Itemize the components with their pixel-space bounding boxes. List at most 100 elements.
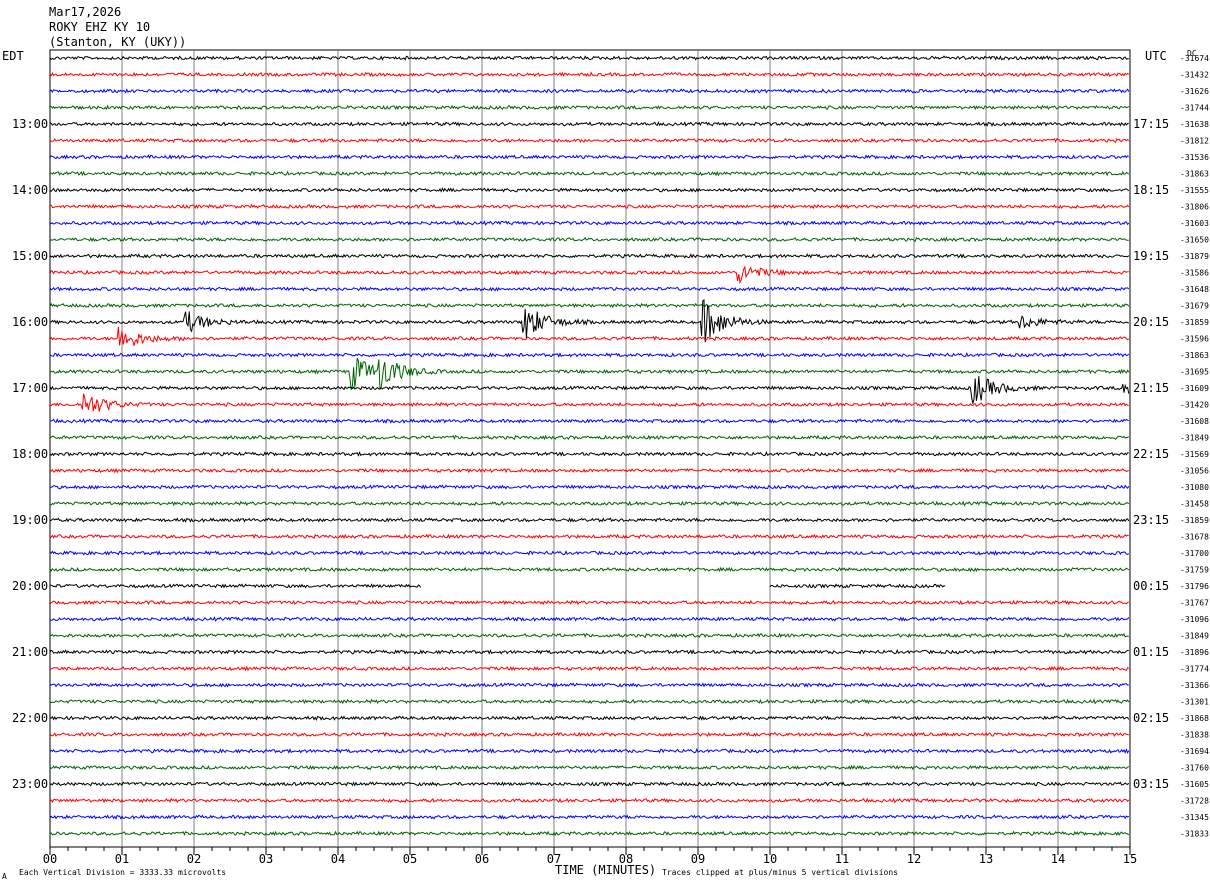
dc-offset-label: -31833 — [1180, 830, 1209, 839]
x-tick-label: 01 — [115, 852, 129, 866]
clip-note: Traces clipped at plus/minus 5 vertical … — [662, 868, 899, 877]
trace-line — [49, 599, 1129, 606]
trace-line — [49, 517, 1130, 523]
trace-line — [49, 170, 1130, 177]
trace-line — [49, 830, 1130, 837]
right-hour-label: 19:15 — [1133, 249, 1169, 263]
dc-offset-label: -31603 — [1180, 219, 1209, 228]
dc-offset-label: -31596 — [1180, 335, 1209, 344]
dc-offset-label: -31648 — [1180, 285, 1209, 294]
trace-line — [49, 88, 1130, 94]
right-hour-label: 01:15 — [1133, 645, 1169, 659]
trace-line — [49, 376, 1130, 404]
trace-line — [49, 698, 1130, 705]
x-tick-label: 15 — [1123, 852, 1137, 866]
corner-mark: A — [2, 872, 7, 881]
x-axis-label: TIME (MINUTES) — [555, 863, 657, 877]
trace-line — [49, 418, 1129, 424]
trace-line — [49, 302, 1130, 309]
dc-offset-label: -31096 — [1180, 615, 1209, 624]
left-hour-label: 23:00 — [12, 777, 48, 791]
x-tick-label: 12 — [907, 852, 921, 866]
x-tick-label: 13 — [979, 852, 993, 866]
dc-offset-label: -31080 — [1180, 483, 1209, 492]
dc-offset-label: -31609 — [1180, 384, 1209, 393]
dc-offset-label: -31774 — [1180, 665, 1209, 674]
x-tick-label: 14 — [1051, 852, 1065, 866]
dc-offset-label: -31626 — [1180, 87, 1209, 96]
dc-offset-label: -31345 — [1180, 813, 1209, 822]
trace-line — [49, 121, 1129, 127]
dc-offset-label: -31555 — [1180, 186, 1209, 195]
right-hour-label: 17:15 — [1133, 117, 1169, 131]
trace-line — [49, 393, 1129, 412]
trace-line — [49, 265, 1129, 285]
trace-line — [49, 500, 1130, 507]
trace-line — [49, 357, 1130, 390]
trace-line — [49, 616, 1130, 622]
dc-offset-label: -31859 — [1180, 318, 1209, 327]
dc-offset-label: -31420 — [1180, 401, 1209, 410]
dc-offset-label: -31744 — [1180, 104, 1209, 113]
trace-line — [49, 682, 1129, 688]
trace-line — [49, 632, 1129, 639]
dc-offset-label: -31896 — [1180, 648, 1209, 657]
left-hour-label: 14:00 — [12, 183, 48, 197]
dc-offset-label: -31728 — [1180, 797, 1209, 806]
dc-offset-label: -31674 — [1180, 54, 1209, 63]
x-tick-label: 03 — [259, 852, 273, 866]
dc-offset-label: -31849 — [1180, 632, 1209, 641]
trace-line — [49, 55, 1129, 61]
right-hour-label: 23:15 — [1133, 513, 1169, 527]
trace-line — [49, 549, 1130, 556]
x-tick-label: 06 — [475, 852, 489, 866]
trace-line — [49, 731, 1130, 738]
trace-line — [49, 434, 1130, 441]
trace-line — [49, 566, 1130, 573]
dc-offset-label: -31700 — [1180, 549, 1209, 558]
dc-offset-label: -31838 — [1180, 731, 1209, 740]
dc-offset-label: -31366 — [1180, 681, 1209, 690]
dc-offset-label: -31458 — [1180, 500, 1209, 509]
plot-frame — [49, 49, 1131, 848]
dc-offset-label: -31879 — [1180, 252, 1209, 261]
right-hour-label: 02:15 — [1133, 711, 1169, 725]
trace-line — [49, 533, 1129, 540]
dc-offset-label: -31859 — [1180, 516, 1209, 525]
dc-offset-label: -31812 — [1180, 137, 1209, 146]
trace-line — [49, 648, 1129, 655]
dc-offset-label: -31759 — [1180, 566, 1209, 575]
dc-offset-label: -31694 — [1180, 747, 1209, 756]
trace-line — [49, 665, 1130, 672]
x-tick-label: 11 — [835, 852, 849, 866]
trace-line — [49, 286, 1130, 292]
trace-line — [49, 715, 1130, 721]
dc-offset-label: -31301 — [1180, 698, 1209, 707]
dc-offset-label: -31586 — [1180, 269, 1209, 278]
dc-offset-label: -31432 — [1180, 71, 1209, 80]
x-tick-label: 09 — [691, 852, 705, 866]
trace-line — [49, 326, 1130, 346]
x-tick-label: 10 — [763, 852, 777, 866]
trace-line — [49, 187, 1130, 193]
trace-line — [49, 253, 1130, 259]
trace-line — [49, 781, 1130, 787]
trace-line — [49, 220, 1130, 226]
dc-offset-label: -31569 — [1180, 450, 1209, 459]
dc-offset-label: -31638 — [1180, 120, 1209, 129]
x-tick-label: 05 — [403, 852, 417, 866]
dc-offset-label: -31849 — [1180, 434, 1209, 443]
trace-line — [49, 797, 1130, 804]
dc-offset-label: -31760 — [1180, 764, 1209, 773]
seismogram-plot: 00 01 02 03 04 05 06 07 08 09 10 11 12 13 14 15-31674-3… — [12, 49, 1209, 866]
dc-offset-label: -31536 — [1180, 153, 1209, 162]
trace-line — [49, 467, 1129, 474]
trace-line — [49, 583, 422, 589]
left-hour-label: 22:00 — [12, 711, 48, 725]
scale-note: Each Vertical Division = 3333.33 microvo… — [19, 868, 227, 877]
trace-line — [49, 764, 1130, 771]
left-hour-label: 19:00 — [12, 513, 48, 527]
dc-offset-label: -31796 — [1180, 582, 1209, 591]
dc-offset-label: -31056 — [1180, 467, 1209, 476]
left-hour-label: 20:00 — [12, 579, 48, 593]
